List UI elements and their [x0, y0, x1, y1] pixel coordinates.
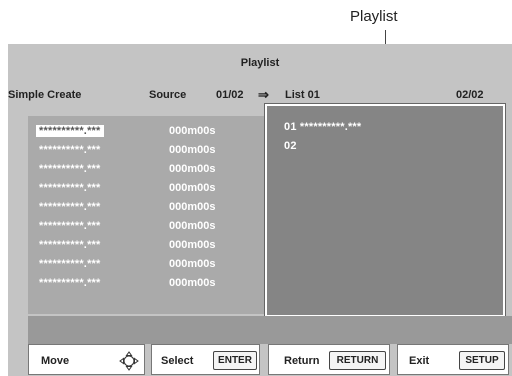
button-guide-bar: Move Select ENTER Return RETURN Exit SET… [28, 344, 512, 376]
file-duration: 000m00s [169, 277, 216, 289]
file-duration: 000m00s [169, 144, 216, 156]
select-button[interactable]: Select ENTER [151, 344, 260, 375]
move-label: Move [41, 355, 70, 367]
move-button[interactable]: Move [28, 344, 145, 375]
message-bar [28, 316, 512, 344]
list-item[interactable]: **********.*** 000m00s [28, 217, 268, 236]
exit-label: Exit [409, 355, 430, 367]
list-item[interactable]: **********.*** 000m00s [28, 141, 268, 160]
list-item[interactable]: **********.*** 000m00s [28, 160, 268, 179]
playlist-callout-label: Playlist [350, 8, 398, 25]
playlist-entry[interactable]: 02 [284, 140, 297, 152]
file-name: **********.*** [39, 201, 101, 213]
list-item[interactable]: **********.*** 000m00s [28, 122, 268, 141]
playlist-entry[interactable]: 01 **********.*** [284, 121, 361, 133]
file-name: **********.*** [39, 144, 101, 156]
file-duration: 000m00s [169, 163, 216, 175]
file-duration: 000m00s [169, 220, 216, 232]
file-name: **********.*** [39, 163, 101, 175]
file-duration: 000m00s [169, 182, 216, 194]
list-page-indicator: 02/02 [456, 89, 484, 101]
return-button[interactable]: Return RETURN [268, 344, 390, 375]
file-name: **********.*** [39, 220, 101, 232]
return-label: Return [284, 355, 320, 367]
list-item[interactable]: **********.*** 000m00s [28, 274, 268, 293]
source-page-indicator: 01/02 [216, 89, 244, 101]
file-name: **********.*** [39, 277, 101, 289]
source-file-list: **********.*** 000m00s **********.*** 00… [28, 116, 268, 314]
file-name: **********.*** [36, 125, 104, 137]
file-name: **********.*** [39, 182, 101, 194]
file-name: **********.*** [39, 239, 101, 251]
mode-label: Simple Create [8, 89, 82, 101]
return-key: RETURN [329, 351, 386, 370]
setup-key: SETUP [459, 351, 505, 370]
file-duration: 000m00s [169, 125, 216, 137]
file-duration: 000m00s [169, 201, 216, 213]
list-label: List 01 [285, 89, 320, 101]
enter-key: ENTER [213, 351, 257, 370]
file-duration: 000m00s [169, 239, 216, 251]
playlist-panel: 01 **********.*** 02 [265, 104, 505, 317]
exit-button[interactable]: Exit SETUP [397, 344, 509, 375]
select-label: Select [161, 355, 194, 367]
list-item[interactable]: **********.*** 000m00s [28, 198, 268, 217]
list-item[interactable]: **********.*** 000m00s [28, 255, 268, 274]
list-item[interactable]: **********.*** 000m00s [28, 179, 268, 198]
list-item[interactable]: **********.*** 000m00s [28, 236, 268, 255]
arrow-icon: ⇒ [258, 87, 269, 102]
playlist-screen: Playlist Simple Create Source 01/02 ⇒ Li… [8, 44, 512, 376]
source-label: Source [149, 89, 187, 101]
move-cross-icon [119, 351, 139, 371]
file-name: **********.*** [39, 258, 101, 270]
screen-title: Playlist [240, 57, 280, 69]
file-duration: 000m00s [169, 258, 216, 270]
